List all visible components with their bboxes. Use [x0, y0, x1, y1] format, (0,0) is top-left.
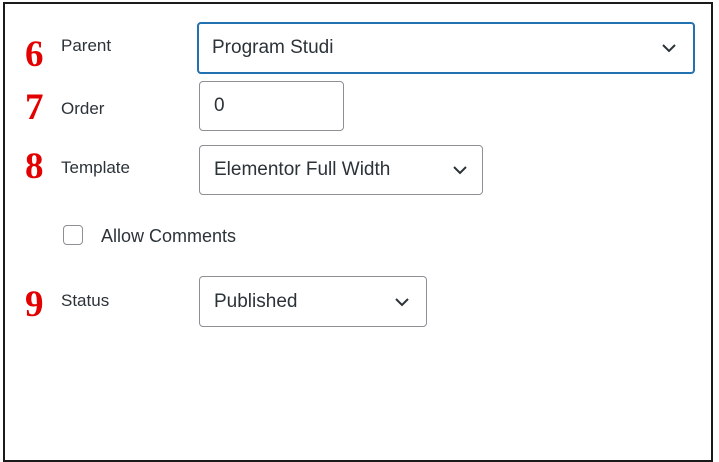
status-select[interactable]: Published [199, 276, 427, 327]
step-marker-7: 7 [25, 87, 44, 128]
template-select[interactable]: Elementor Full Width [199, 145, 483, 195]
status-select-value: Published [214, 290, 298, 312]
chevron-down-icon [452, 165, 468, 175]
step-marker-6: 6 [25, 34, 44, 75]
chevron-down-icon [661, 43, 677, 53]
order-input-value: 0 [214, 95, 225, 116]
parent-select-value: Program Studi [212, 37, 334, 58]
allow-comments-label[interactable]: Allow Comments [101, 227, 236, 245]
template-label: Template [61, 158, 130, 177]
parent-select[interactable]: Program Studi [197, 22, 695, 74]
chevron-down-icon [394, 297, 410, 307]
step-marker-8: 8 [25, 146, 44, 187]
order-input[interactable]: 0 [199, 81, 344, 131]
allow-comments-checkbox[interactable] [63, 225, 83, 245]
step-marker-9: 9 [25, 284, 44, 325]
status-label: Status [61, 291, 110, 310]
order-label: Order [61, 99, 105, 118]
template-select-value: Elementor Full Width [214, 159, 391, 180]
parent-label: Parent [61, 36, 112, 55]
